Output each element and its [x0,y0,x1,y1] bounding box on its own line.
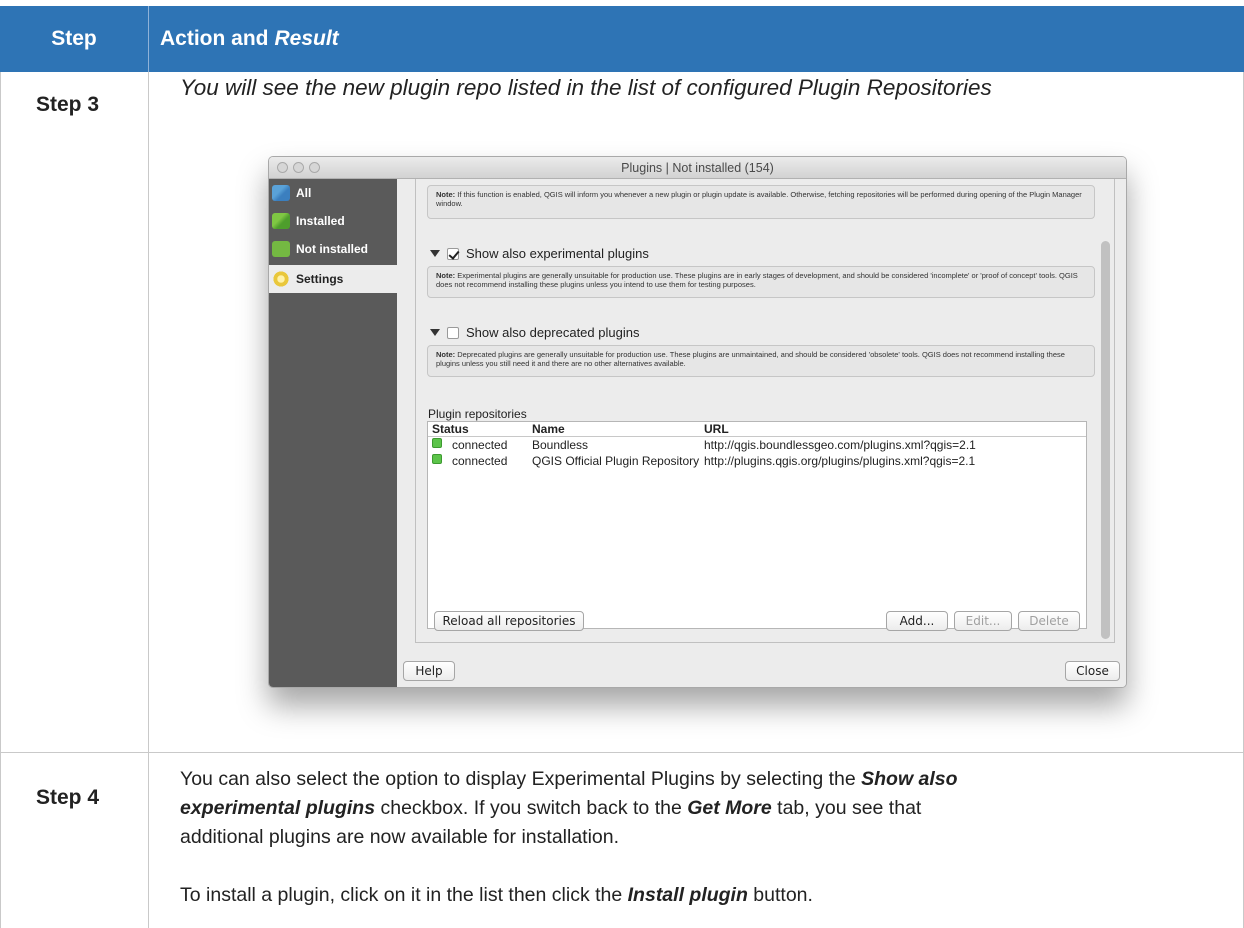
edit-repository-button[interactable]: Edit... [954,611,1012,631]
collapse-triangle-icon[interactable] [430,250,440,257]
zoom-window-icon[interactable] [309,162,320,173]
repo-col-url[interactable]: URL [704,422,729,436]
repo-col-name[interactable]: Name [532,422,565,436]
delete-repository-button[interactable]: Delete [1018,611,1080,631]
instruction-table: Step Action and Result Step 3 You will s… [0,0,1244,928]
settings-gear-icon [272,271,290,287]
connected-status-icon [432,438,442,448]
table-row[interactable]: connected QGIS Official Plugin Repositor… [428,454,1086,469]
window-controls [277,162,320,173]
table-border-left [0,72,1,928]
sidebar-item-all[interactable]: All [269,179,397,207]
all-plugins-icon [272,185,290,201]
repo-table-header: Status Name URL [428,422,1086,437]
close-window-icon[interactable] [277,162,288,173]
step-4-paragraph-2: To install a plugin, click on it in the … [180,884,813,906]
settings-panel: Note: If this function is enabled, QGIS … [397,179,1126,687]
help-button[interactable]: Help [403,661,455,681]
table-column-divider [148,72,149,928]
add-repository-button[interactable]: Add... [886,611,948,631]
connected-status-icon [432,454,442,464]
header-action-result: Action and Result [160,27,339,50]
row-divider [0,752,1244,753]
not-installed-plugins-icon [272,241,290,257]
deprecated-plugins-toggle[interactable]: Show also deprecated plugins [430,325,639,340]
table-header: Step Action and Result [0,6,1244,72]
step-3-label: Step 3 [36,93,100,116]
experimental-plugins-checkbox[interactable] [447,247,459,260]
update-check-note: Note: If this function is enabled, QGIS … [427,185,1095,219]
sidebar-item-installed[interactable]: Installed [269,207,397,235]
close-button[interactable]: Close [1065,661,1120,681]
window-titlebar: Plugins | Not installed (154) [269,157,1126,179]
plugin-repositories-label: Plugin repositories [428,407,527,421]
step-3-result-text: You will see the new plugin repo listed … [180,75,992,100]
deprecated-plugins-checkbox[interactable] [447,326,459,339]
table-row[interactable]: connected Boundless http://qgis.boundles… [428,438,1086,453]
scrollbar-thumb[interactable] [1101,241,1110,639]
settings-scrollbar[interactable] [1101,179,1110,643]
plugins-window: Plugins | Not installed (154) All Instal… [268,156,1127,688]
header-divider [148,6,149,72]
header-step: Step [51,27,97,50]
window-title: Plugins | Not installed (154) [621,160,774,175]
reload-repositories-button[interactable]: Reload all repositories [434,611,584,631]
step-4-label: Step 4 [36,786,100,809]
settings-scroll-area[interactable]: Note: If this function is enabled, QGIS … [415,179,1115,643]
sidebar-item-settings[interactable]: Settings [269,265,397,293]
step-4-paragraph-1: You can also select the option to displa… [180,768,958,848]
repo-col-status[interactable]: Status [432,422,469,436]
collapse-triangle-icon[interactable] [430,329,440,336]
plugins-sidebar: All Installed Not installed Settings [269,179,397,687]
experimental-plugins-toggle[interactable]: Show also experimental plugins [430,246,649,261]
experimental-plugins-note: Note: Experimental plugins are generally… [427,266,1095,298]
minimize-window-icon[interactable] [293,162,304,173]
installed-plugins-icon [272,213,290,229]
plugin-repositories-table[interactable]: Status Name URL connected Boundless http… [427,421,1087,629]
sidebar-item-not-installed[interactable]: Not installed [269,235,397,263]
deprecated-plugins-note: Note: Deprecated plugins are generally u… [427,345,1095,377]
